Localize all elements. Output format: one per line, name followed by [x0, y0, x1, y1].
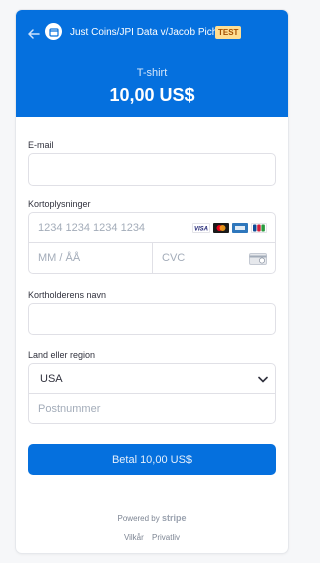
checkout-card: Just Coins/JPI Data v/Jacob Picht TEST T…: [16, 10, 288, 553]
country-select[interactable]: USA: [28, 363, 276, 394]
country-label: Land eller region: [28, 350, 96, 360]
footer-links: Vilkår Privatliv: [16, 533, 288, 542]
cardholder-name-input[interactable]: [28, 303, 276, 335]
country-select-value: USA: [40, 373, 63, 385]
cvc-input[interactable]: CVC: [152, 242, 276, 274]
pay-button[interactable]: Betal 10,00 US$: [28, 444, 276, 475]
email-label: E-mail: [28, 140, 54, 150]
jcb-icon: [251, 223, 267, 233]
test-mode-badge: TEST: [215, 26, 242, 39]
card-number-input[interactable]: 1234 1234 1234 1234 VISA: [28, 212, 276, 243]
expiry-input[interactable]: MM / ÅÅ: [28, 242, 153, 274]
cvc-placeholder: CVC: [162, 252, 186, 264]
store-logo-icon: [45, 23, 62, 40]
powered-by-text: Powered by: [117, 514, 160, 523]
expiry-placeholder: MM / ÅÅ: [38, 252, 81, 264]
terms-link[interactable]: Vilkår: [124, 533, 144, 542]
back-arrow-icon[interactable]: [27, 27, 41, 41]
visa-icon: VISA: [192, 223, 210, 233]
postal-code-input[interactable]: Postnummer: [28, 393, 276, 424]
chevron-down-icon: [258, 376, 268, 383]
amex-icon: [232, 223, 248, 233]
mastercard-icon: [213, 223, 229, 233]
postal-code-placeholder: Postnummer: [38, 403, 101, 415]
stripe-logo: stripe: [161, 513, 187, 523]
cvc-card-icon: [249, 253, 267, 265]
total-price: 10,00 US$: [109, 85, 195, 105]
powered-by-stripe: Powered by stripe: [16, 513, 288, 523]
privacy-link[interactable]: Privatliv: [152, 533, 180, 542]
checkout-header: Just Coins/JPI Data v/Jacob Picht TEST T…: [16, 10, 288, 117]
store-title: Just Coins/JPI Data v/Jacob Picht: [70, 27, 221, 38]
cardholder-name-label: Kortholderens navn: [28, 290, 107, 300]
card-details-label: Kortoplysninger: [28, 199, 91, 209]
svg-text:VISA: VISA: [194, 227, 208, 233]
email-input[interactable]: [28, 153, 276, 186]
card-number-placeholder: 1234 1234 1234 1234: [38, 222, 146, 234]
product-name: T-shirt: [136, 67, 168, 79]
